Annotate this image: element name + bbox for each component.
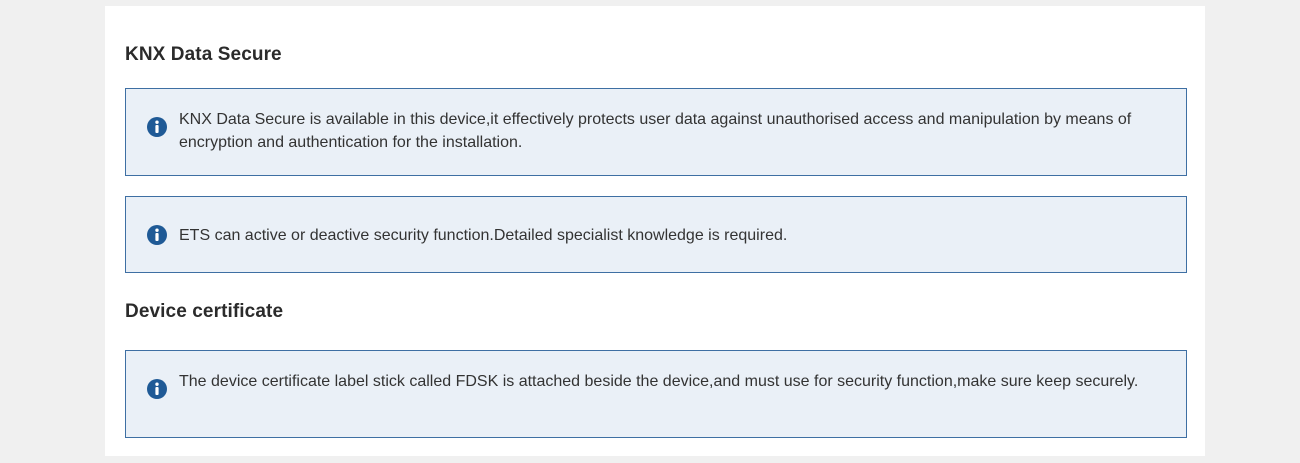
section-title-device-certificate: Device certificate bbox=[125, 301, 284, 322]
info-message: The device certificate label stick calle… bbox=[179, 373, 1139, 390]
info-box-ets-security-function: ETS can active or deactive security func… bbox=[125, 196, 1187, 273]
info-box-device-certificate: The device certificate label stick calle… bbox=[125, 350, 1187, 438]
info-message: ETS can active or deactive security func… bbox=[179, 227, 788, 244]
info-message: KNX Data Secure is available in this dev… bbox=[179, 111, 1132, 151]
security-settings-panel: KNX Data Secure KNX Data Secure is avail… bbox=[105, 6, 1205, 456]
section-title-knx-data-secure: KNX Data Secure bbox=[125, 44, 282, 65]
info-circle-icon bbox=[147, 379, 167, 399]
info-circle-icon bbox=[147, 225, 167, 245]
info-box-data-secure-availability: KNX Data Secure is available in this dev… bbox=[125, 88, 1187, 176]
info-circle-icon bbox=[147, 117, 167, 137]
